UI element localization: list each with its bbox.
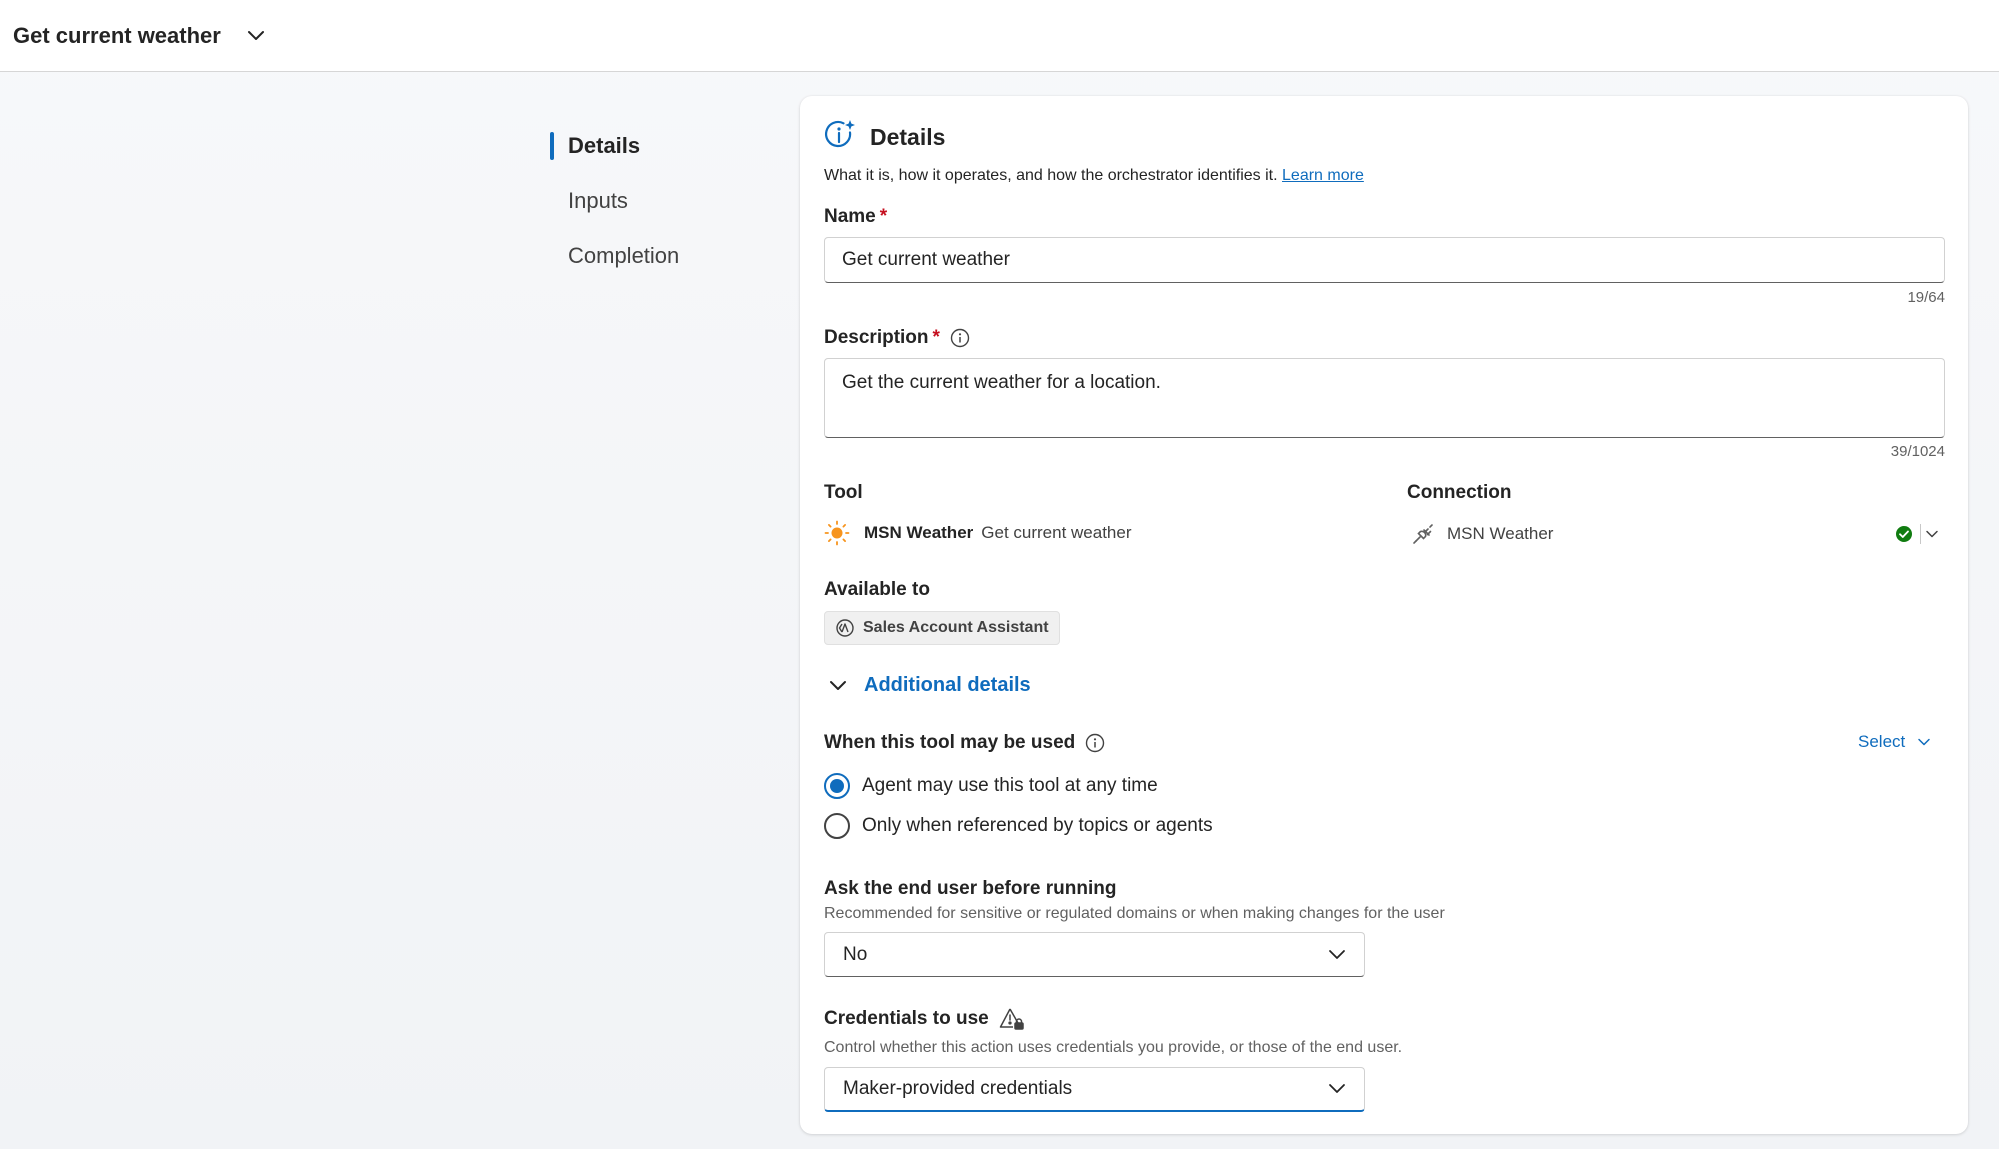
tool-name: MSN Weather <box>864 523 974 542</box>
tool-value: MSN Weather Get current weather <box>824 520 1132 546</box>
connection-label: Connection <box>1407 482 1512 503</box>
learn-more-link[interactable]: Learn more <box>1282 167 1364 184</box>
nav-item-completion[interactable]: Completion <box>550 228 679 283</box>
section-subtitle: What it is, how it operates, and how the… <box>824 167 1364 185</box>
nav-item-label: Completion <box>568 242 680 268</box>
credentials-value: Maker-provided credentials <box>843 1078 1073 1099</box>
warning-lock-icon <box>999 1007 1025 1031</box>
select-dropdown[interactable]: Select <box>1858 732 1931 752</box>
ask-user-select[interactable]: No <box>824 932 1365 977</box>
chevron-down-icon[interactable] <box>1925 529 1939 539</box>
description-label: Description * <box>824 327 970 349</box>
radio-button[interactable] <box>824 813 850 839</box>
available-to-label: Available to <box>824 579 930 600</box>
radio-label: Agent may use this tool at any time <box>862 775 1158 796</box>
radio-option-any-time[interactable]: Agent may use this tool at any time <box>824 773 1158 799</box>
chevron-down-icon <box>1328 1083 1346 1095</box>
agent-icon <box>835 618 855 638</box>
agent-chip[interactable]: Sales Account Assistant <box>824 611 1060 645</box>
name-input[interactable] <box>824 237 1945 283</box>
when-used-label-text: When this tool may be used <box>824 732 1076 753</box>
chevron-down-icon <box>1328 949 1346 961</box>
description-label-text: Description <box>824 327 929 348</box>
nav-item-label: Details <box>568 132 641 158</box>
info-icon[interactable] <box>950 328 970 348</box>
chevron-down-icon <box>828 679 848 693</box>
name-label: Name * <box>824 206 887 228</box>
radio-button[interactable] <box>824 773 850 799</box>
required-marker: * <box>879 206 888 227</box>
divider <box>1920 524 1921 544</box>
description-char-counter: 39/1024 <box>1890 443 1945 460</box>
ask-user-hint: Recommended for sensitive or regulated d… <box>824 905 1445 922</box>
connection-value: MSN Weather <box>1447 524 1554 543</box>
agent-chip-label: Sales Account Assistant <box>863 619 1049 636</box>
connection-select[interactable]: MSN Weather <box>1407 518 1947 550</box>
details-card: Details What it is, how it operates, and… <box>800 96 1968 1134</box>
info-icon[interactable] <box>1085 733 1105 753</box>
section-nav: Details Inputs Completion <box>550 118 679 283</box>
when-used-label: When this tool may be used <box>824 732 1105 754</box>
nav-item-details[interactable]: Details <box>550 118 679 173</box>
card-header: Details <box>824 118 945 157</box>
nav-item-label: Inputs <box>568 187 628 213</box>
ask-user-label: Ask the end user before running <box>824 878 1117 899</box>
name-label-text: Name <box>824 206 876 227</box>
top-bar: Get current weather <box>0 0 1999 72</box>
credentials-label-text: Credentials to use <box>824 1008 989 1029</box>
select-label: Select <box>1858 732 1906 751</box>
credentials-label: Credentials to use <box>824 1007 1025 1031</box>
section-title: Details <box>870 124 946 150</box>
ask-user-value: No <box>843 943 868 965</box>
tool-action: Get current weather <box>981 523 1132 542</box>
credentials-select[interactable]: Maker-provided credentials <box>824 1067 1365 1112</box>
plug-icon <box>1411 522 1435 546</box>
sun-icon <box>824 520 850 546</box>
name-char-counter: 19/64 <box>1907 289 1945 306</box>
additional-details-toggle[interactable]: Additional details <box>824 674 1031 697</box>
credentials-hint: Control whether this action uses credent… <box>824 1039 1403 1056</box>
nav-item-inputs[interactable]: Inputs <box>550 173 679 228</box>
tool-label: Tool <box>824 482 863 503</box>
additional-details-label: Additional details <box>864 674 1031 696</box>
page-title: Get current weather <box>13 22 221 48</box>
radio-label: Only when referenced by topics or agents <box>862 815 1213 836</box>
check-circle-icon <box>1895 525 1913 543</box>
chevron-down-icon <box>1917 737 1931 747</box>
required-marker: * <box>932 327 940 348</box>
chevron-down-icon[interactable] <box>245 25 267 47</box>
description-textarea[interactable]: Get the current weather for a location. <box>824 358 1945 438</box>
info-sparkle-icon <box>824 118 858 157</box>
radio-option-referenced[interactable]: Only when referenced by topics or agents <box>824 813 1213 839</box>
subtitle-text: What it is, how it operates, and how the… <box>824 167 1278 184</box>
